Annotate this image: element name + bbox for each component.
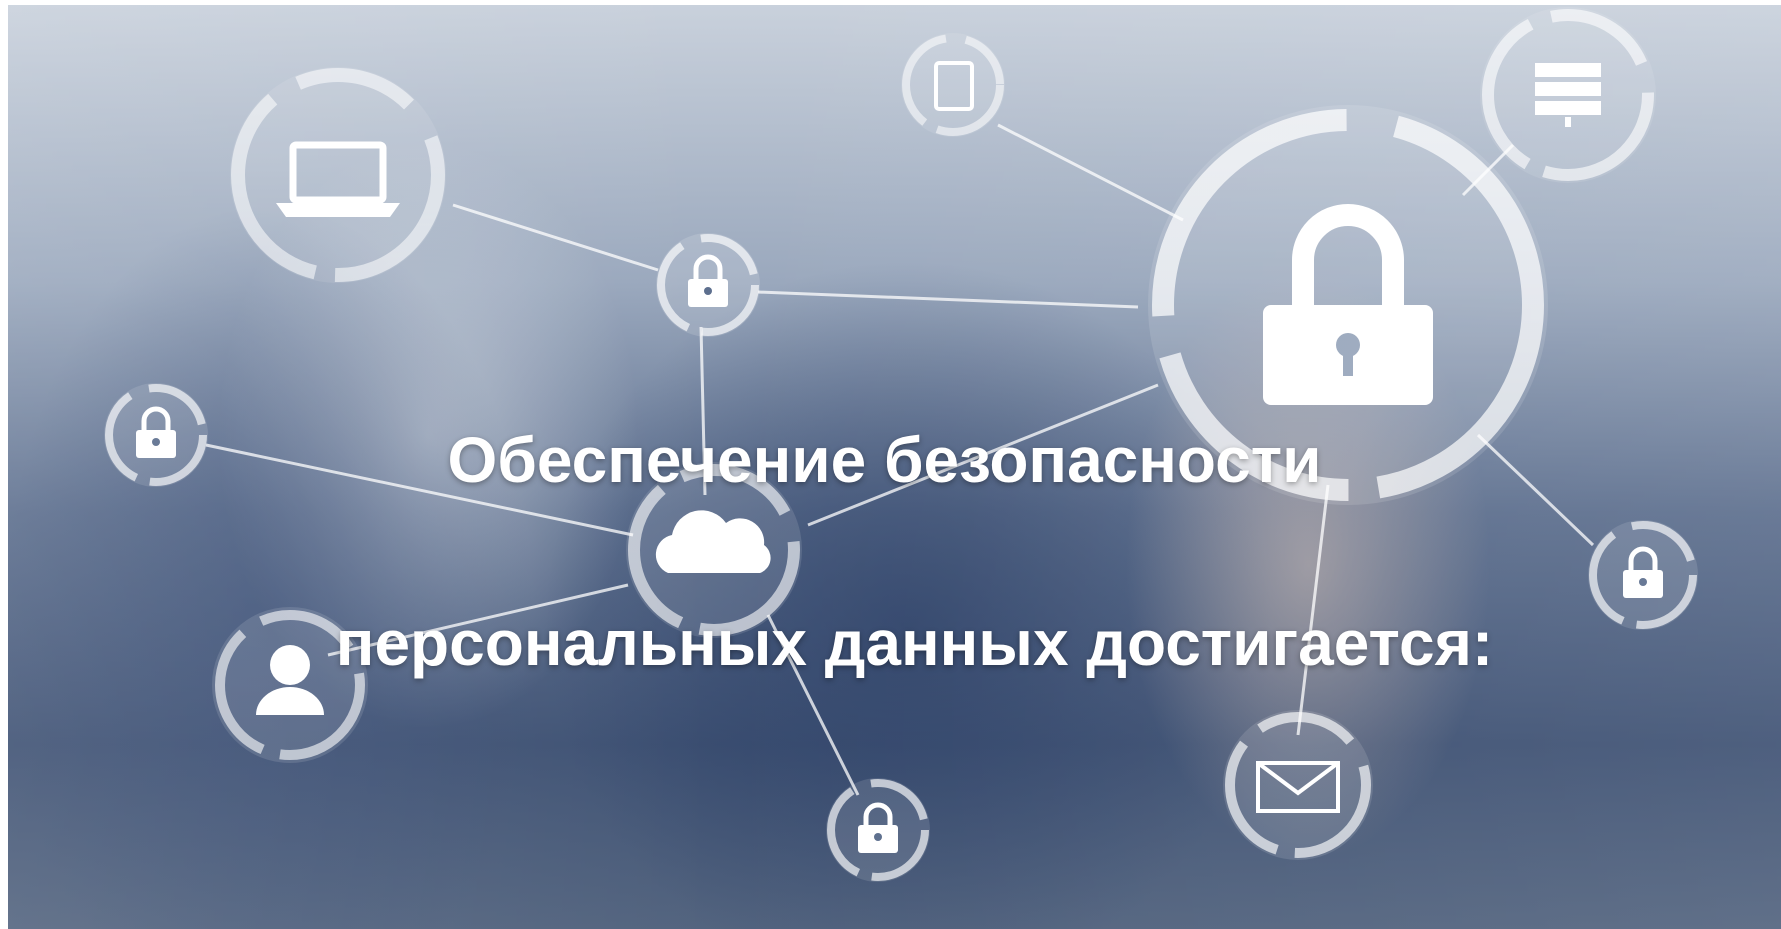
- slide-title-line-1: Обеспечение безопасности: [447, 424, 1322, 496]
- lock-icon: [826, 778, 930, 882]
- tablet-icon: [901, 33, 1005, 137]
- lock-icon: [656, 233, 760, 337]
- laptop-icon: [230, 67, 446, 283]
- slide: Обеспечение безопасности персональных да…: [8, 5, 1781, 929]
- envelope-icon: [1223, 710, 1373, 860]
- server-icon: [1480, 7, 1656, 183]
- slide-title-line-2: персональных данных достигается:: [335, 607, 1494, 679]
